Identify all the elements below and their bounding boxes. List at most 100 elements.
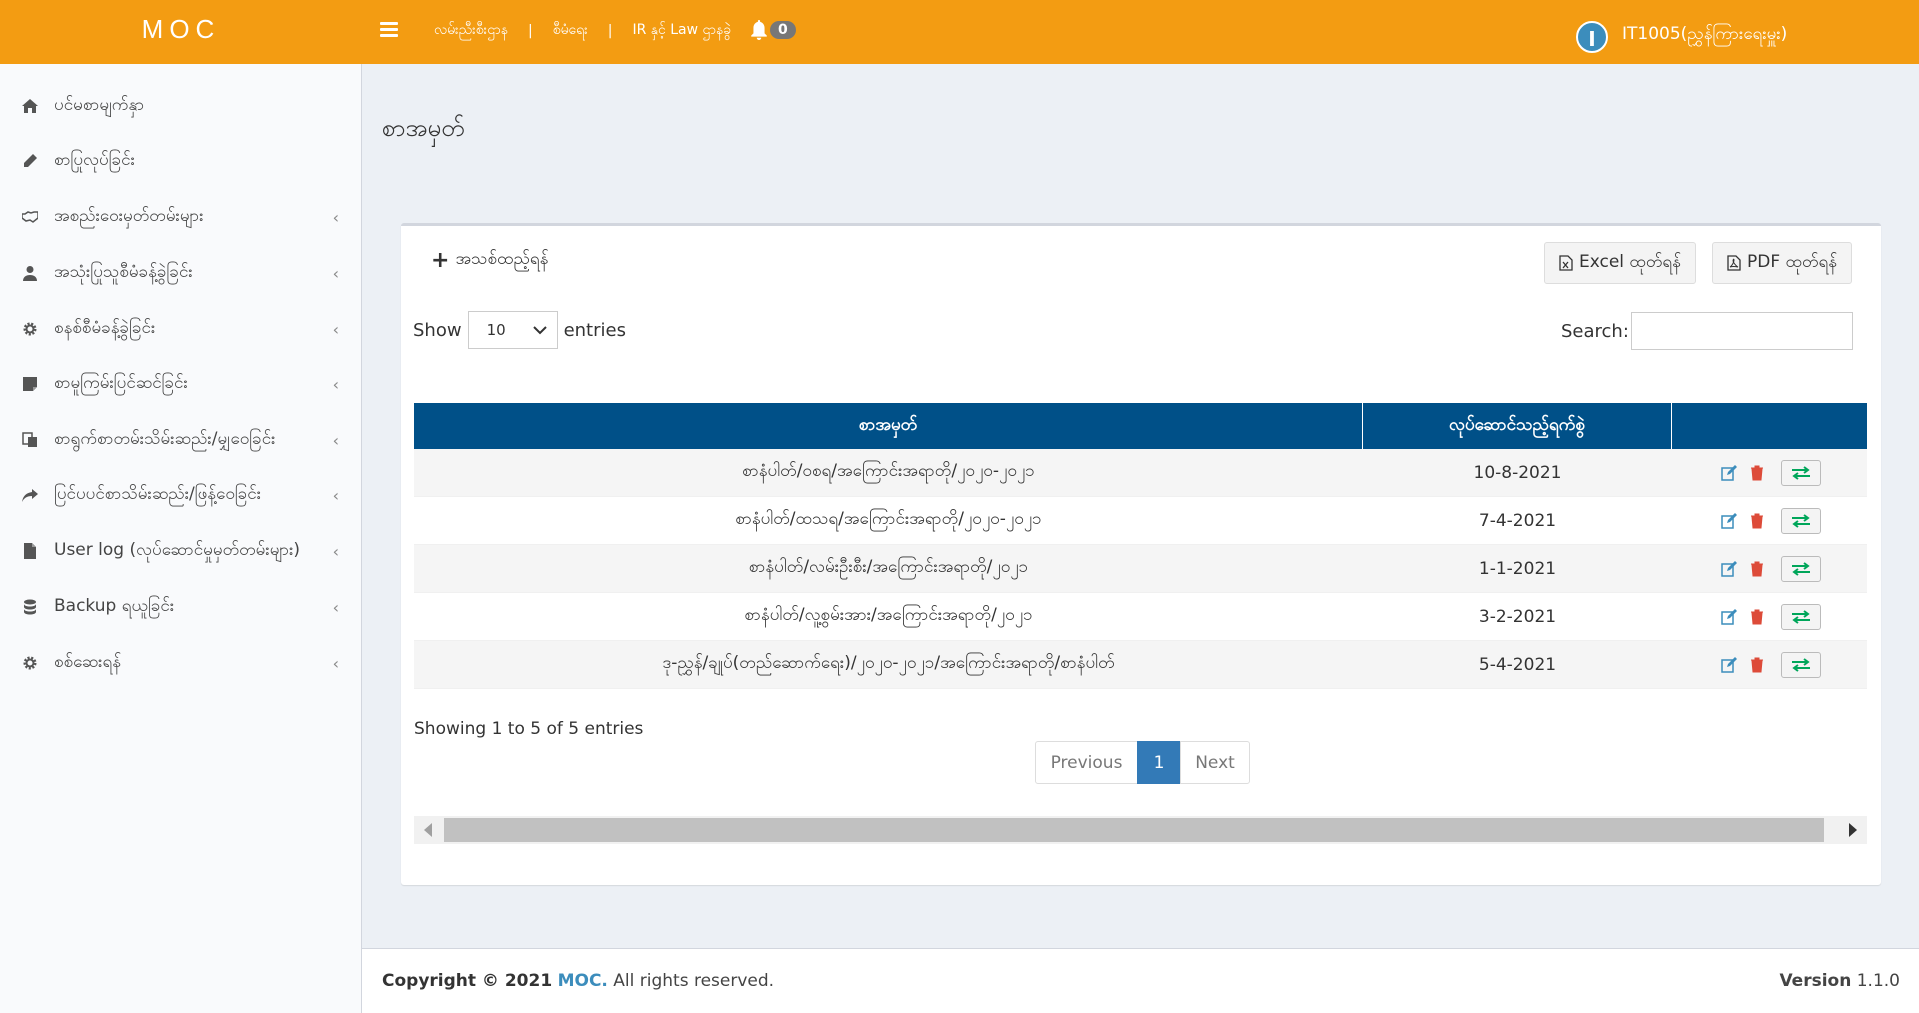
sidebar-item-drafts[interactable]: စာမူကြမ်းပြင်ဆင်ခြင်း ‹ <box>0 362 361 406</box>
edit-icon[interactable] <box>1719 607 1739 627</box>
search-input[interactable] <box>1630 312 1853 350</box>
trash-icon[interactable] <box>1747 559 1767 579</box>
sidebar-item-user-log[interactable]: User log (လုပ်ဆောင်မှုမှတ်တမ်းများ) ‹ <box>0 529 361 573</box>
cell-date: 5-4-2021 <box>1478 654 1557 675</box>
nav-link-ir-law[interactable]: IR နှင့် Law ဌာနခွဲ <box>632 20 731 41</box>
chevron-left-icon: ‹ <box>332 207 339 227</box>
bell-icon <box>751 20 767 40</box>
nav-link-admin[interactable]: စီမံရေး <box>553 20 588 41</box>
user-menu[interactable]: I IT1005(ညွှန်ကြားရေးမှူး) <box>1576 17 1787 53</box>
edit-icon[interactable] <box>1719 655 1739 675</box>
sidebar-item-documents[interactable]: စာရွက်စာတမ်းသိမ်းဆည်း/မျှဝေခြင်း ‹ <box>0 418 361 462</box>
cell-date: 7-4-2021 <box>1478 510 1557 531</box>
edit-icon[interactable] <box>1719 559 1739 579</box>
page-size-value: 10 <box>486 321 506 339</box>
horizontal-scrollbar[interactable] <box>414 816 1867 844</box>
avatar: I <box>1576 21 1608 53</box>
trash-icon[interactable] <box>1747 511 1767 531</box>
column-header-actions <box>1672 403 1867 449</box>
sidebar-item-label: အစည်းဝေးမှတ်တမ်းများ <box>54 205 204 226</box>
copyright: Copyright © 2021 MOC. All rights reserve… <box>382 971 774 991</box>
menu-toggle-icon[interactable] <box>380 22 398 38</box>
chevron-left-icon: ‹ <box>332 597 339 617</box>
version-label: Version <box>1779 971 1852 991</box>
table-row: စာနံပါတ်/ဝစရ/အကြောင်းအရာတို/၂၀၂၀-၂၀၂၁ 10… <box>414 449 1867 497</box>
user-name: IT1005(ညွှန်ကြားရေးမှူး) <box>1622 23 1788 44</box>
nav-link-department[interactable]: လမ်းညီးစီးဌာန <box>434 20 508 41</box>
transfer-button[interactable] <box>1780 603 1821 630</box>
scroll-right-icon[interactable] <box>1849 823 1857 837</box>
page-size-select[interactable]: 10 <box>467 311 558 349</box>
nav-separator: | <box>527 22 533 39</box>
footer-brand-link[interactable]: MOC. <box>558 971 608 991</box>
sidebar-item-home[interactable]: ပင်မစာမျက်နှာ <box>0 84 361 128</box>
table-row: ဒု-ညွှန်/ချုပ်(တည်ဆောက်ရေး)/၂၀၂၀-၂၀၂၁/အက… <box>414 641 1867 689</box>
home-icon <box>20 96 40 116</box>
column-header-number[interactable]: စာအမှတ် <box>414 403 1363 449</box>
documents-table: စာအမှတ် လုပ်ဆောင်သည့်ရက်စွဲ စာနံပါတ်/ဝစရ… <box>414 403 1867 689</box>
content-box: + အသစ်ထည့်ရန် Excel ထုတ်ရန် PDF ထုတ်ရန် … <box>401 223 1881 885</box>
rights-text: All rights reserved. <box>613 971 775 991</box>
cell-number: စာနံပါတ်/ဝစရ/အကြောင်းအရာတို/၂၀၂၀-၂၀၂၁ <box>742 461 1035 481</box>
search-control: Search: <box>1561 312 1853 350</box>
excel-export-button[interactable]: Excel ထုတ်ရန် <box>1544 242 1696 284</box>
cell-number: စာနံပါတ်/ထသရ/အကြောင်းအရာတို/၂၀၂၀-၂၀၂၁ <box>735 509 1042 529</box>
exchange-icon <box>1791 465 1810 480</box>
entries-label: entries <box>563 319 626 341</box>
notifications-button[interactable]: 0 <box>750 20 796 40</box>
chevron-left-icon: ‹ <box>332 430 339 450</box>
cell-number: စာနံပါတ်/လမ်းဦးစီး/အကြောင်းအရာတို/၂၀၂၁ <box>748 557 1029 577</box>
previous-page-button[interactable]: Previous <box>1035 741 1138 784</box>
sidebar-item-compose[interactable]: စာပြုလုပ်ခြင်း <box>0 139 361 183</box>
add-new-button[interactable]: + အသစ်ထည့်ရန် <box>431 248 548 273</box>
sidebar-item-users[interactable]: အသုံးပြုသူစီမံခန့်ခွဲခြင်း ‹ <box>0 251 361 295</box>
transfer-button[interactable] <box>1780 459 1821 486</box>
trash-icon[interactable] <box>1747 655 1767 675</box>
table-row: စာနံပါတ်/ထသရ/အကြောင်းအရာတို/၂၀၂၀-၂၀၂၁ 7-… <box>414 497 1867 545</box>
sidebar-item-label: စာပြုလုပ်ခြင်း <box>54 149 135 170</box>
transfer-button[interactable] <box>1780 651 1821 678</box>
trash-icon[interactable] <box>1747 607 1767 627</box>
gear-icon <box>20 319 40 339</box>
pencil-icon <box>20 151 40 171</box>
add-new-label: အသစ်ထည့်ရန် <box>455 249 549 269</box>
trash-icon[interactable] <box>1747 463 1767 483</box>
sidebar-item-inspection[interactable]: စစ်ဆေးရန် ‹ <box>0 641 361 685</box>
version-number: 1.1.0 <box>1856 971 1900 991</box>
sidebar: ပင်မစာမျက်နှာ စာပြုလုပ်ခြင်း အစည်းဝေးမှတ… <box>0 64 362 1013</box>
column-header-date[interactable]: လုပ်ဆောင်သည့်ရက်စွဲ <box>1363 403 1672 449</box>
chevron-left-icon: ‹ <box>332 485 339 505</box>
cell-date: 3-2-2021 <box>1478 606 1557 627</box>
top-nav: လမ်းညီးစီးဌာန | စီမံရေး | IR နှင့် Law ဌ… <box>434 20 731 41</box>
exchange-icon <box>1791 609 1810 624</box>
database-icon <box>20 597 40 617</box>
edit-icon[interactable] <box>1719 511 1739 531</box>
cell-number: ဒု-ညွှန်/ချုပ်(တည်ဆောက်ရေး)/၂၀၂၀-၂၀၂၁/အက… <box>662 653 1115 673</box>
chevron-left-icon: ‹ <box>332 653 339 673</box>
table-info: Showing 1 to 5 of 5 entries <box>414 719 644 739</box>
sidebar-item-external[interactable]: ပြင်ပပင်စာသိမ်းဆည်း/ဖြန့်ဝေခြင်း ‹ <box>0 473 361 517</box>
exchange-icon <box>1791 657 1810 672</box>
sidebar-item-label: အသုံးပြုသူစီမံခန့်ခွဲခြင်း <box>54 261 193 282</box>
app-logo[interactable]: MOC <box>0 0 362 64</box>
scroll-left-icon[interactable] <box>424 823 432 837</box>
show-label: Show <box>413 319 462 341</box>
table-header: စာအမှတ် လုပ်ဆောင်သည့်ရက်စွဲ <box>414 403 1867 449</box>
pagination: Previous 1 Next <box>1035 741 1250 784</box>
sidebar-item-label: စနစ်စီမံခန့်ခွဲခြင်း <box>54 317 156 338</box>
pdf-export-button[interactable]: PDF ထုတ်ရန် <box>1712 242 1853 284</box>
edit-icon[interactable] <box>1719 463 1739 483</box>
table-row: စာနံပါတ်/လမ်းဦးစီး/အကြောင်းအရာတို/၂၀၂၁ 1… <box>414 545 1867 593</box>
scrollbar-thumb[interactable] <box>444 818 1824 842</box>
sidebar-item-backup[interactable]: Backup ရယူခြင်း ‹ <box>0 585 361 629</box>
sidebar-item-system[interactable]: စနစ်စီမံခန့်ခွဲခြင်း ‹ <box>0 307 361 351</box>
next-page-button[interactable]: Next <box>1180 741 1250 784</box>
file-icon <box>20 541 40 561</box>
page-1-button[interactable]: 1 <box>1137 741 1181 784</box>
transfer-button[interactable] <box>1780 555 1821 582</box>
transfer-button[interactable] <box>1780 507 1821 534</box>
copyright-text: Copyright © 2021 <box>382 971 553 991</box>
sidebar-item-label: ပြင်ပပင်စာသိမ်းဆည်း/ဖြန့်ဝေခြင်း <box>54 483 262 504</box>
chevron-left-icon: ‹ <box>332 263 339 283</box>
sidebar-item-meetings[interactable]: အစည်းဝေးမှတ်တမ်းများ ‹ <box>0 195 361 239</box>
